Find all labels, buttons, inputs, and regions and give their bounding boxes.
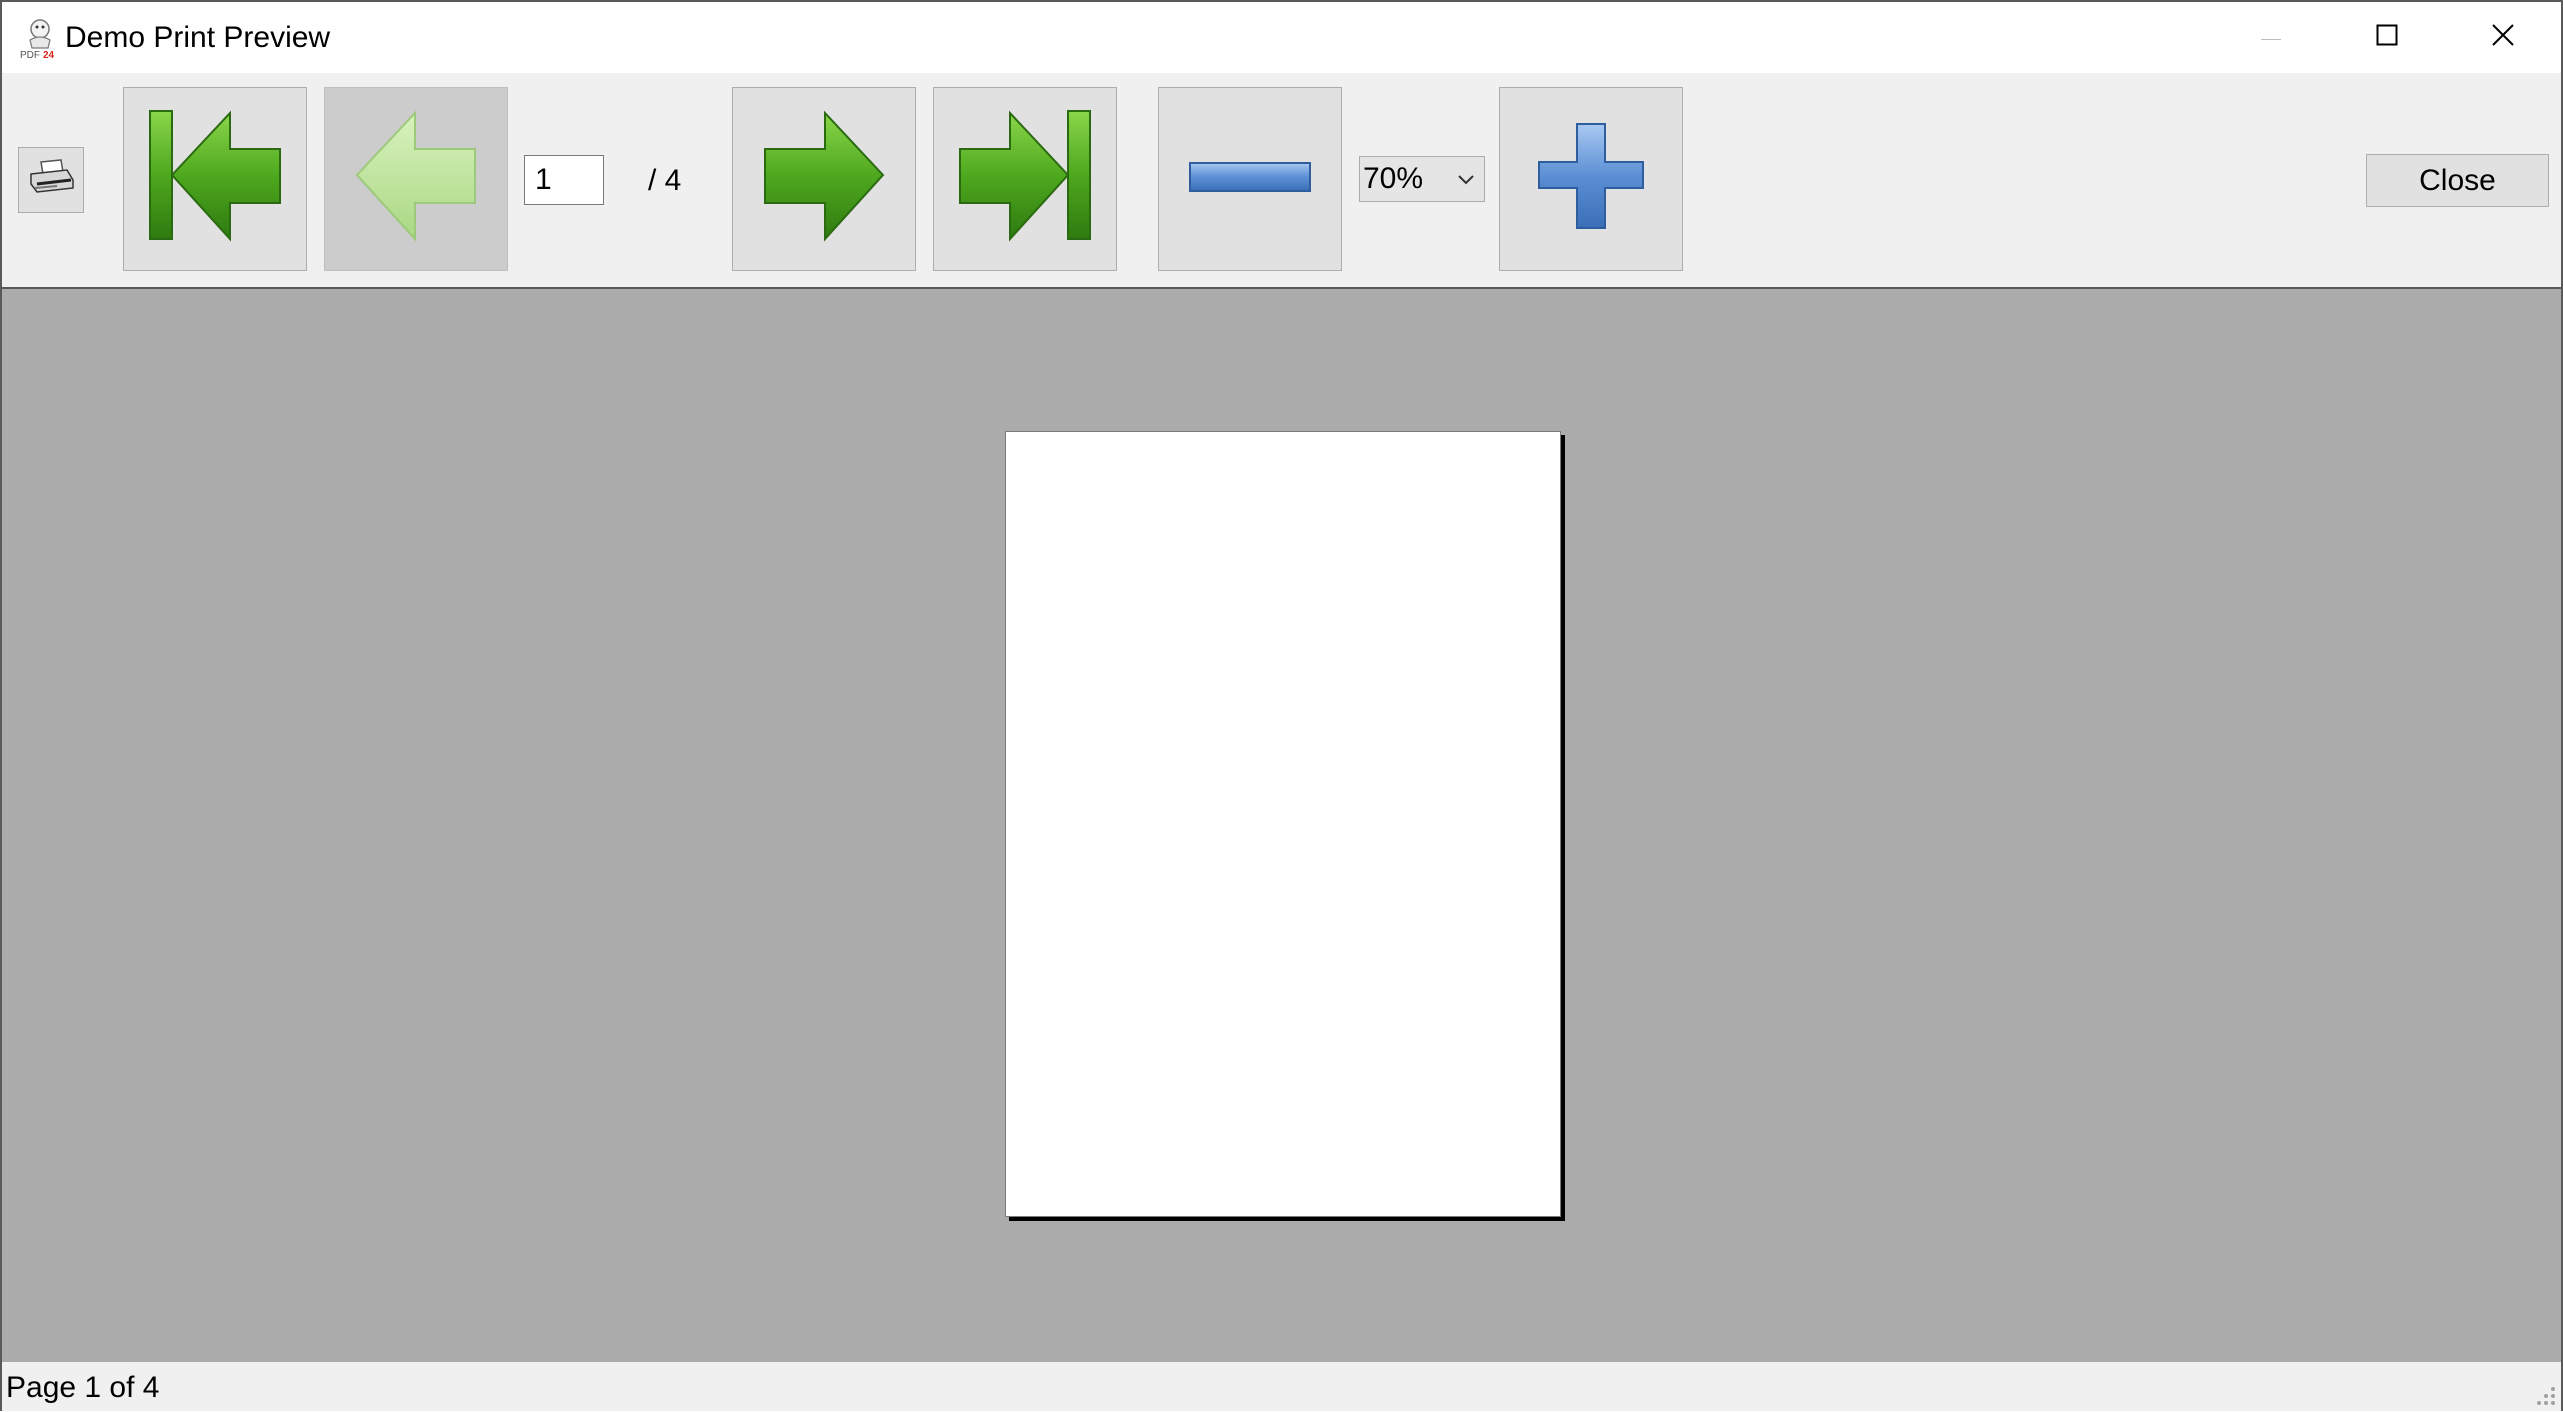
resize-grip-icon[interactable] bbox=[2533, 1383, 2557, 1407]
print-button[interactable] bbox=[18, 147, 84, 213]
last-page-button[interactable] bbox=[933, 87, 1117, 271]
plus-icon bbox=[1535, 122, 1647, 237]
close-window-button[interactable] bbox=[2445, 2, 2561, 73]
svg-text:PDF: PDF bbox=[20, 50, 40, 60]
page-total-label: / 4 bbox=[648, 164, 682, 197]
window-title: Demo Print Preview bbox=[65, 21, 331, 54]
preview-page bbox=[1005, 431, 1561, 1217]
minus-icon bbox=[1188, 157, 1312, 202]
close-icon bbox=[2492, 24, 2514, 51]
status-page-text: Page 1 of 4 bbox=[6, 1371, 160, 1404]
maximize-icon bbox=[2376, 24, 2398, 51]
first-page-button[interactable] bbox=[123, 87, 307, 271]
close-button[interactable]: Close bbox=[2366, 154, 2549, 207]
next-page-arrow-icon bbox=[759, 107, 889, 252]
minimize-icon bbox=[2259, 29, 2283, 47]
svg-text:24: 24 bbox=[43, 50, 55, 60]
maximize-button[interactable] bbox=[2329, 2, 2445, 73]
zoom-level-select[interactable]: 70% bbox=[1359, 156, 1485, 202]
zoom-in-button[interactable] bbox=[1499, 87, 1683, 271]
previous-page-button[interactable] bbox=[324, 87, 508, 271]
title-bar: PDF 24 Demo Print Preview bbox=[2, 2, 2561, 73]
next-page-button[interactable] bbox=[732, 87, 916, 271]
print-preview-window: PDF 24 Demo Print Preview 1 / 4 70% Clos… bbox=[0, 0, 2563, 1411]
chevron-down-icon bbox=[1456, 169, 1476, 189]
first-page-arrow-icon bbox=[140, 107, 290, 252]
pdf24-app-icon: PDF 24 bbox=[18, 16, 62, 61]
zoom-out-button[interactable] bbox=[1158, 87, 1342, 271]
page-number-input[interactable]: 1 bbox=[524, 155, 604, 205]
minimize-button[interactable] bbox=[2213, 2, 2329, 73]
preview-area[interactable] bbox=[2, 289, 2561, 1362]
previous-page-arrow-icon bbox=[351, 107, 481, 252]
status-bar: Page 1 of 4 bbox=[2, 1362, 2561, 1411]
printer-icon bbox=[27, 158, 75, 203]
toolbar: 1 / 4 70% Close bbox=[2, 73, 2561, 289]
last-page-arrow-icon bbox=[950, 107, 1100, 252]
zoom-level-value: 70% bbox=[1363, 162, 1424, 195]
